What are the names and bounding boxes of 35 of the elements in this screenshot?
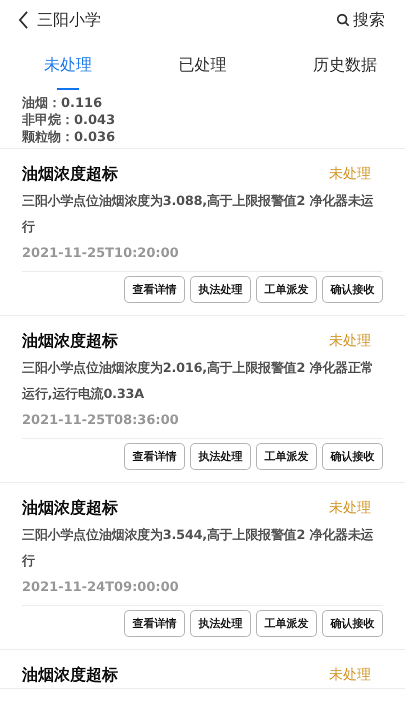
- status-label: 未处理: [329, 499, 371, 517]
- status-label: 未处理: [329, 332, 371, 350]
- alert-time: 2021-11-24T09:00:00: [22, 575, 383, 606]
- search-icon: [336, 13, 350, 27]
- tab[interactable]: 已处理: [176, 40, 228, 90]
- alert-time: 2021-11-25T08:36:00: [22, 408, 383, 439]
- action-button[interactable]: 工单派发: [256, 610, 317, 637]
- page-title: 三阳小学: [37, 10, 101, 30]
- summary-reading: 非甲烷：0.043: [22, 112, 116, 129]
- action-button[interactable]: 执法处理: [190, 276, 251, 303]
- alert-description: 三阳小学点位油烟浓度为3.088,高于上限报警值2 净化器未运行: [22, 192, 374, 237]
- alert-title: 油烟浓度超标: [22, 330, 118, 352]
- alert-description: 三阳小学点位油烟浓度为2.016,高于上限报警值2 净化器正常运行,运行电流0.33A: [22, 360, 374, 404]
- status-label: 未处理: [329, 165, 371, 183]
- action-button[interactable]: 查看详情: [124, 276, 185, 303]
- search-button[interactable]: 搜索: [336, 10, 385, 30]
- tab[interactable]: 历史数据: [311, 40, 379, 90]
- alert-time: 2021-11-25T10:20:00: [22, 241, 383, 272]
- action-button[interactable]: 确认接收: [322, 610, 383, 637]
- action-button[interactable]: 确认接收: [322, 443, 383, 470]
- back-icon[interactable]: [18, 11, 29, 29]
- status-label: 未处理: [329, 666, 371, 684]
- action-button[interactable]: 查看详情: [124, 610, 185, 637]
- alert-title: 油烟浓度超标: [22, 498, 118, 518]
- action-button[interactable]: 工单派发: [256, 443, 317, 470]
- action-button[interactable]: 工单派发: [256, 276, 317, 303]
- action-button[interactable]: 查看详情: [124, 443, 185, 470]
- action-button[interactable]: 执法处理: [190, 610, 251, 637]
- summary-reading: 颗粒物：0.036: [22, 129, 116, 146]
- action-button[interactable]: 执法处理: [190, 443, 251, 470]
- alert-description: 三阳小学点位油烟浓度为3.544,高于上限报警值2 净化器未运行: [22, 526, 374, 571]
- alert-title: 油烟浓度超标: [22, 664, 118, 686]
- summary-reading: 油烟：0.116: [22, 95, 104, 112]
- alert-title: 油烟浓度超标: [22, 164, 118, 184]
- action-button[interactable]: 确认接收: [322, 276, 383, 303]
